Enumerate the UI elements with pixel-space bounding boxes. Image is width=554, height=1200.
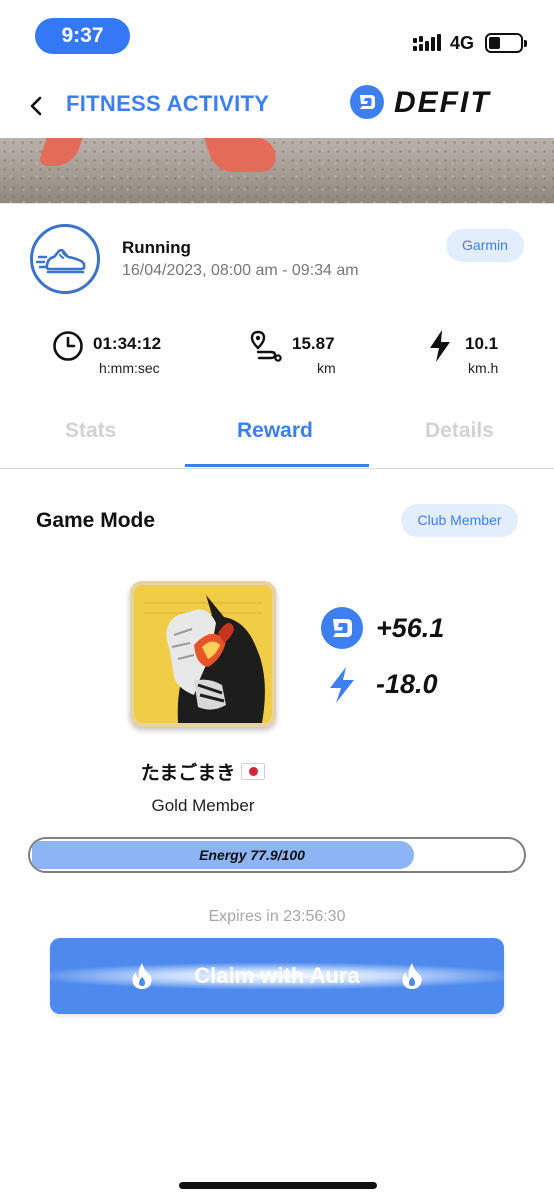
route-icon (250, 330, 282, 362)
anime-avatar (134, 585, 272, 723)
membership-badge: Club Member (401, 504, 518, 537)
coin-reward-value: +56.1 (376, 613, 445, 643)
metric-value: 10.1 (465, 334, 499, 353)
energy-cost-value: -18.0 (376, 669, 438, 699)
chevron-left-icon[interactable] (28, 94, 44, 118)
status-bar: 9:37 4G (0, 0, 554, 66)
expiry-countdown: Expires in 23:56:30 (208, 908, 346, 925)
tab-reward[interactable]: Reward (237, 419, 313, 443)
tab-stats[interactable]: Stats (65, 419, 116, 443)
activity-name: Running (122, 238, 191, 257)
japan-flag-icon (241, 763, 266, 780)
clock-icon (53, 331, 83, 361)
source-badge: Garmin (446, 229, 524, 262)
metric-unit: km.h (468, 360, 499, 376)
running-shoe-icon (30, 224, 100, 294)
energy-label: Energy 77.9/100 (199, 847, 305, 863)
metric-value: 15.87 (292, 334, 335, 353)
avatar-frame (130, 581, 276, 727)
activity-banner-image (0, 138, 554, 203)
status-time: 9:37 (35, 18, 130, 54)
active-tab-indicator (185, 464, 369, 467)
tab-bar: Stats Reward Details (0, 403, 554, 469)
claim-with-aura-button[interactable]: Claim with Aura (50, 938, 504, 1014)
defit-coin-icon (321, 607, 363, 649)
metric-unit: h:mm:sec (99, 360, 160, 376)
page-title: FITNESS ACTIVITY (66, 91, 270, 116)
battery-icon (485, 33, 527, 53)
defit-coin-icon (350, 85, 384, 119)
username: たまごまき (0, 758, 406, 785)
claim-button-label: Claim with Aura (194, 963, 360, 988)
lightning-icon (330, 667, 354, 703)
app-header: FITNESS ACTIVITY DEFIT (0, 66, 554, 140)
member-level: Gold Member (151, 796, 255, 815)
activity-summary: Running 16/04/2023, 08:00 am - 09:34 am … (0, 203, 554, 403)
brand-logo: DEFIT (394, 86, 491, 119)
activity-datetime: 16/04/2023, 08:00 am - 09:34 am (122, 262, 359, 279)
lightning-icon (430, 330, 450, 362)
home-indicator[interactable] (179, 1182, 377, 1189)
section-title: Game Mode (36, 509, 156, 532)
metric-unit: km (317, 360, 336, 376)
signal-icon (413, 34, 441, 51)
energy-progress-bar: Energy 77.9/100 (28, 837, 526, 873)
tab-details[interactable]: Details (425, 419, 494, 443)
network-type: 4G (450, 33, 475, 53)
username-text: たまごまき (140, 763, 236, 784)
flame-icon (402, 963, 422, 989)
metric-value: 01:34:12 (93, 334, 162, 353)
